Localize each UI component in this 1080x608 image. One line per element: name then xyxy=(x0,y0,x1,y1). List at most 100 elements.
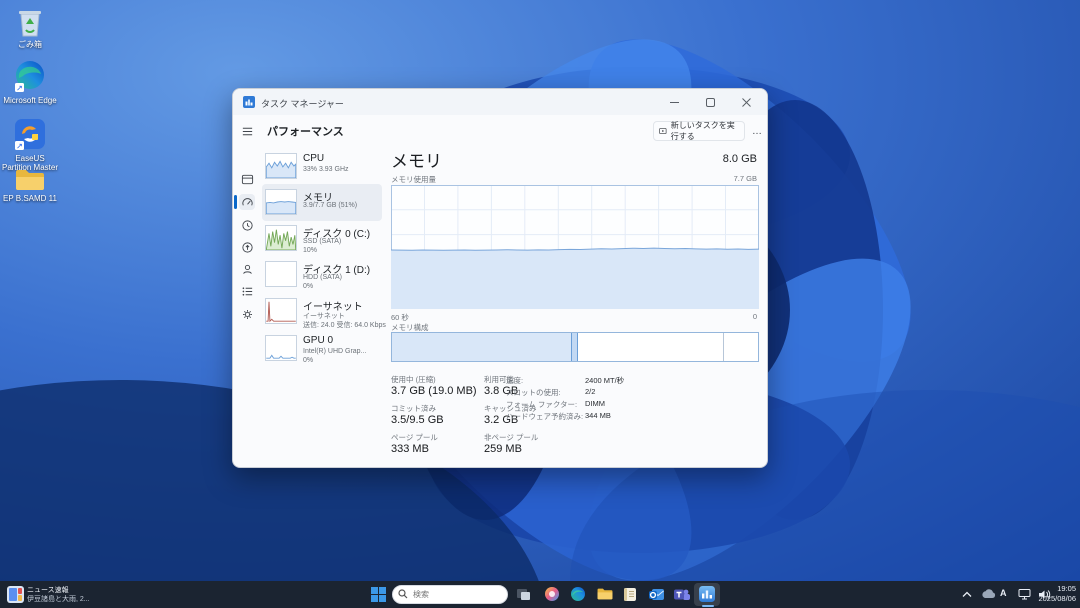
stat-label: フォーム ファクター: xyxy=(506,399,577,410)
clock-date: 2025/08/06 xyxy=(1038,594,1076,604)
outlook-icon xyxy=(649,587,665,602)
ime-indicator[interactable]: A xyxy=(1000,588,1007,598)
widgets-button[interactable]: ニュース速報 伊豆諸島と大雨, 2... xyxy=(0,581,130,608)
run-task-icon xyxy=(659,126,667,136)
sidebar-item-memory[interactable]: メモリ 3.9/7.7 GB (51%) xyxy=(263,187,381,221)
details-list-icon xyxy=(241,285,254,298)
stat-label: 使用中 (圧縮) xyxy=(391,374,436,385)
window-titlebar[interactable]: タスク マネージャー xyxy=(233,89,767,115)
taskbar: ニュース速報 伊豆諸島と大雨, 2... xyxy=(0,581,1080,608)
nav-menu-button[interactable] xyxy=(239,123,255,139)
sidebar-item-label: CPU xyxy=(303,153,324,164)
processes-icon xyxy=(241,173,254,186)
memory-total: 8.0 GB xyxy=(723,153,757,165)
recycle-bin-icon xyxy=(15,6,45,38)
taskbar-icon-outlook[interactable] xyxy=(648,585,666,603)
taskbar-icon-task-manager[interactable] xyxy=(698,585,716,603)
minimize-button[interactable] xyxy=(657,89,691,115)
sidebar-item-disk1[interactable]: ディスク 1 (D:) HDD (SATA) 0% xyxy=(263,259,381,295)
nav-users[interactable] xyxy=(239,261,255,277)
taskbar-icon-task-view[interactable] xyxy=(514,585,532,603)
desktop-icon-folder[interactable]: EP B.SAMD 11 xyxy=(0,168,60,203)
windows-logo-icon xyxy=(371,587,386,602)
onedrive-cloud-icon xyxy=(981,589,996,599)
cpu-mini-chart xyxy=(265,153,297,179)
nav-processes[interactable] xyxy=(239,171,255,187)
nav-app-history[interactable] xyxy=(239,217,255,233)
teams-icon xyxy=(674,587,690,602)
ethernet-network-icon xyxy=(1018,588,1031,600)
memory-panel-title: メモリ xyxy=(391,147,442,172)
hamburger-menu-icon xyxy=(241,125,254,138)
search-icon xyxy=(398,589,408,599)
sidebar-item-detail2: 0% xyxy=(303,357,313,364)
widget-news-icon xyxy=(7,586,24,603)
page-title: パフォーマンス xyxy=(267,123,344,139)
sidebar-item-detail: 3.9/7.7 GB (51%) xyxy=(303,202,357,209)
sidebar-item-label: GPU 0 xyxy=(303,335,333,346)
copilot-icon xyxy=(544,586,560,602)
minimize-icon xyxy=(670,98,679,107)
close-button[interactable] xyxy=(729,89,763,115)
sidebar-item-detail: SSD (SATA) xyxy=(303,238,341,245)
nav-services[interactable] xyxy=(239,306,255,322)
nav-rail xyxy=(233,115,261,467)
sidebar-item-gpu[interactable]: GPU 0 Intel(R) UHD Grap... 0% xyxy=(263,333,381,369)
tray-overflow-button[interactable] xyxy=(958,585,976,603)
sidebar-item-detail: HDD (SATA) xyxy=(303,274,342,281)
taskbar-icon-teams[interactable] xyxy=(673,585,691,603)
stat-value: 333 MB xyxy=(391,443,429,455)
taskbar-icon-copilot[interactable] xyxy=(543,585,561,603)
search-input[interactable] xyxy=(392,585,508,604)
disk0-mini-chart xyxy=(265,225,297,251)
nav-details[interactable] xyxy=(239,283,255,299)
taskbar-icon-edge[interactable] xyxy=(569,585,587,603)
desktop-icon-edge[interactable]: ↗ Microsoft Edge xyxy=(0,60,60,105)
task-manager-app-icon xyxy=(243,96,255,108)
nav-performance-selected[interactable] xyxy=(239,194,255,210)
stat-value: 3.7 GB (19.0 MB) xyxy=(391,385,477,397)
sidebar-item-detail2: 送信: 24.0 受信: 64.0 Kbps xyxy=(303,320,386,330)
window-title: タスク マネージャー xyxy=(261,97,344,110)
stat-label: 速度: xyxy=(506,375,523,386)
desktop-icon-label: EP B.SAMD 11 xyxy=(0,194,60,203)
nav-startup-apps[interactable] xyxy=(239,239,255,255)
startup-icon xyxy=(241,241,254,254)
memory-mini-chart xyxy=(265,189,297,215)
taskbar-icon-explorer[interactable] xyxy=(596,585,614,603)
sidebar-item-cpu[interactable]: CPU 33% 3.93 GHz xyxy=(263,151,381,185)
usage-chart-max: 7.7 GB xyxy=(734,174,757,183)
sidebar-item-disk0[interactable]: ディスク 0 (C:) SSD (SATA) 10% xyxy=(263,223,381,259)
taskbar-icon-notes[interactable] xyxy=(621,585,639,603)
folder-icon xyxy=(15,168,45,192)
maximize-button[interactable] xyxy=(693,89,727,115)
stat-label: ページ プール xyxy=(391,432,438,443)
performance-icon xyxy=(241,196,254,209)
svg-text:↗: ↗ xyxy=(16,84,23,93)
tray-onedrive[interactable] xyxy=(979,585,997,603)
ethernet-mini-chart xyxy=(265,298,297,324)
tray-network[interactable] xyxy=(1015,585,1033,603)
composition-segment-free xyxy=(724,333,758,361)
more-options-button[interactable]: … xyxy=(749,121,765,141)
composition-segment-standby xyxy=(578,333,724,361)
run-new-task-label: 新しいタスクを実行する xyxy=(671,120,739,142)
task-manager-active-indicator xyxy=(702,605,714,607)
stat-value: 2/2 xyxy=(585,387,595,396)
gpu-mini-chart xyxy=(265,335,297,361)
sidebar-item-detail: 33% 3.93 GHz xyxy=(303,166,349,173)
chevron-up-icon xyxy=(962,591,972,598)
memory-usage-chart xyxy=(391,185,759,309)
desktop-icon-recycle-bin[interactable]: ごみ箱 xyxy=(0,6,60,49)
sidebar-item-detail2: 10% xyxy=(303,247,317,254)
run-new-task-button[interactable]: 新しいタスクを実行する xyxy=(653,121,745,141)
edge-icon: ↗ xyxy=(14,60,46,94)
clock-time: 19:05 xyxy=(1038,584,1076,594)
disk1-mini-chart xyxy=(265,261,297,287)
desktop-icon-easeus[interactable]: ↗ EaseUS Partition Master xyxy=(0,118,60,172)
stat-label: コミット済み xyxy=(391,403,436,414)
start-button[interactable] xyxy=(369,585,387,603)
sidebar-item-ethernet[interactable]: イーサネット イーサネット 送信: 24.0 受信: 64.0 Kbps xyxy=(263,296,381,332)
clock[interactable]: 19:05 2025/08/06 xyxy=(1038,584,1076,604)
history-clock-icon xyxy=(241,219,254,232)
